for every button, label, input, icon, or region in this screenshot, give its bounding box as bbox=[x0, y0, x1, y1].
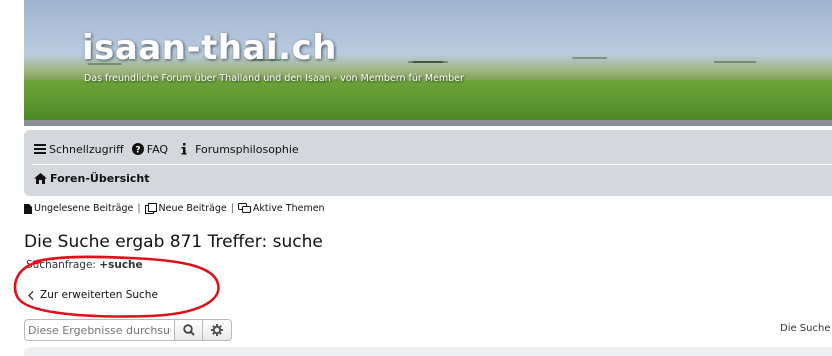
advanced-search-label: Zur erweiterten Suche bbox=[40, 289, 158, 301]
search-button[interactable] bbox=[174, 319, 203, 341]
faq-link[interactable]: ? FAQ bbox=[131, 142, 169, 156]
search-results-title: Die Suche ergab 871 Treffer: suche bbox=[24, 232, 323, 252]
unread-posts-label: Ungelesene Beiträge bbox=[34, 203, 134, 214]
advanced-search-button[interactable] bbox=[203, 319, 232, 341]
faq-label: FAQ bbox=[146, 142, 169, 156]
hamburger-icon bbox=[34, 144, 46, 154]
advanced-search-link[interactable]: Zur erweiterten Suche bbox=[28, 289, 158, 301]
info-icon bbox=[181, 143, 187, 155]
forum-index-label: Foren-Übersicht bbox=[50, 172, 150, 185]
query-value: +suche bbox=[99, 259, 143, 271]
gear-icon bbox=[211, 324, 223, 336]
svg-text:?: ? bbox=[135, 146, 140, 156]
separator: | bbox=[230, 203, 234, 214]
unread-posts-link[interactable]: Ungelesene Beiträge bbox=[24, 203, 133, 214]
document-icon bbox=[24, 203, 32, 214]
results-search-input[interactable] bbox=[24, 319, 174, 341]
quick-access-label: Schnellzugriff bbox=[49, 142, 124, 156]
separator: | bbox=[137, 203, 141, 214]
pagination-info: Die Suche bbox=[780, 323, 831, 334]
banner-field bbox=[24, 80, 832, 120]
quick-links: Ungelesene Beiträge | Neue Beiträge | Ak… bbox=[24, 203, 325, 214]
quick-access-menu[interactable]: Schnellzugriff bbox=[34, 143, 124, 156]
philosophy-label: Forumsphilosophie bbox=[195, 142, 299, 156]
results-count-text: Die Suche ergab 871 Treffer: bbox=[24, 232, 268, 252]
files-icon bbox=[144, 203, 157, 214]
search-icon bbox=[182, 324, 195, 336]
philosophy-link[interactable]: Forumsphilosophie bbox=[180, 143, 299, 156]
new-posts-label: Neue Beiträge bbox=[158, 203, 227, 214]
new-posts-link[interactable]: Neue Beiträge bbox=[144, 203, 227, 214]
site-title[interactable]: isaan-thai.ch bbox=[82, 28, 337, 68]
query-label: Suchanfrage: bbox=[26, 259, 96, 271]
search-query: Suchanfrage: +suche bbox=[26, 259, 143, 271]
question-circle-icon: ? bbox=[131, 143, 144, 156]
home-icon bbox=[34, 173, 47, 184]
nav-primary: Schnellzugriff ? FAQ Forumsphilosophie bbox=[34, 142, 307, 156]
navbar: Schnellzugriff ? FAQ Forumsphilosophie F… bbox=[24, 130, 832, 196]
results-panel bbox=[24, 347, 832, 356]
active-topics-link[interactable]: Aktive Themen bbox=[237, 203, 325, 214]
forum-index-link[interactable]: Foren-Übersicht bbox=[34, 172, 150, 185]
site-subtitle: Das freundliche Forum über Thailand und … bbox=[84, 73, 464, 84]
search-keyword-link[interactable]: suche bbox=[273, 232, 323, 252]
chevron-left-icon bbox=[28, 290, 34, 300]
nav-divider bbox=[32, 164, 832, 165]
chat-bubbles-icon bbox=[237, 203, 251, 213]
results-search-box bbox=[24, 319, 232, 341]
active-topics-label: Aktive Themen bbox=[252, 203, 325, 214]
